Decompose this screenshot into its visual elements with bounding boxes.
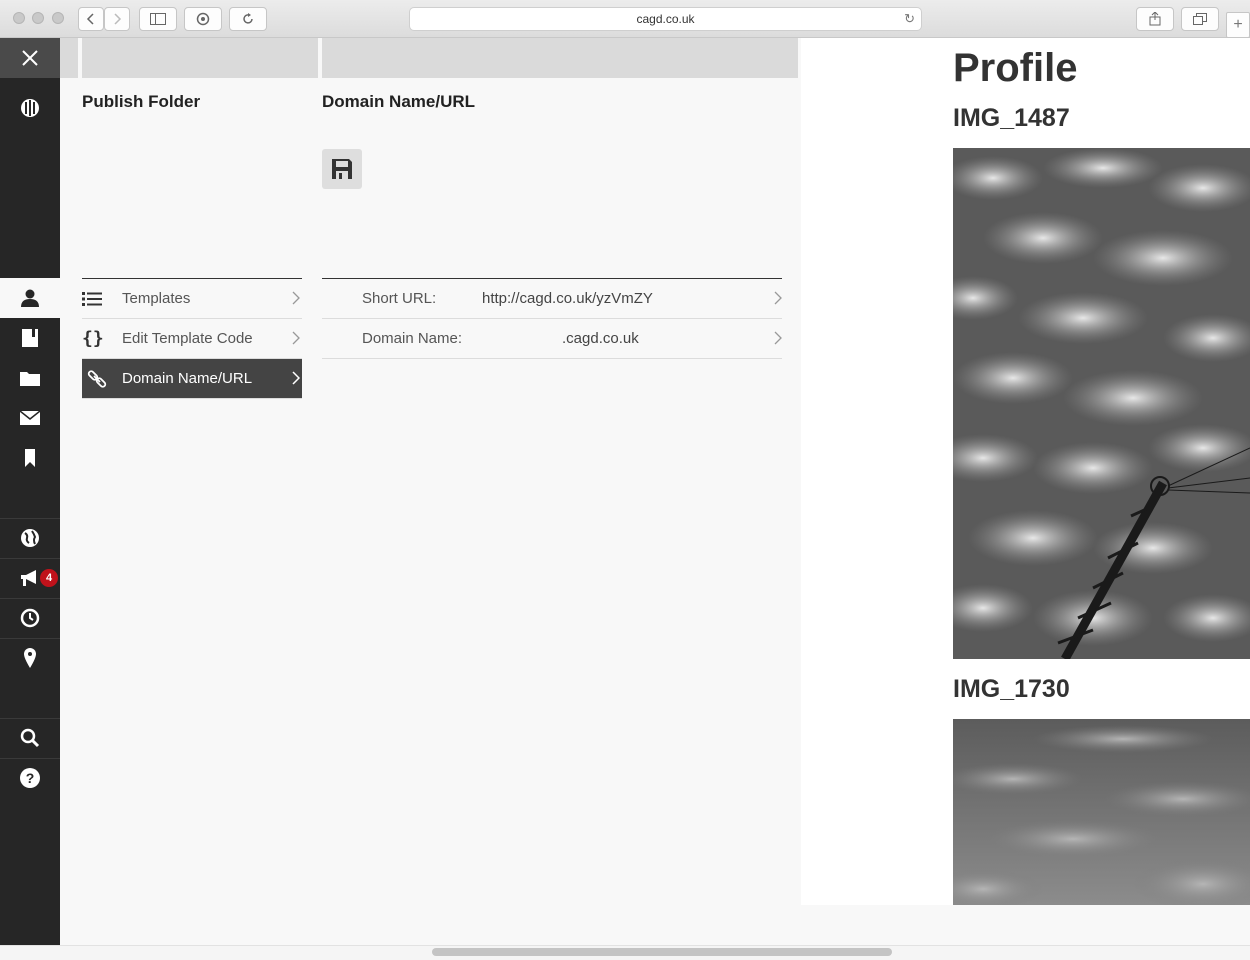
sidebar-item-bookmarks[interactable] (0, 438, 60, 478)
browser-toolbar: cagd.co.uk ↻ + (0, 0, 1250, 38)
menu-item-label: Edit Template Code (122, 330, 253, 347)
link-icon (87, 369, 107, 388)
sidebar-item-folders[interactable] (0, 358, 60, 398)
logo-icon (21, 99, 39, 117)
folder-icon (20, 372, 40, 386)
menu-item-templates[interactable]: Templates (82, 279, 302, 319)
address-bar[interactable]: cagd.co.uk ↻ (409, 7, 922, 31)
sidebar-item-search[interactable] (0, 718, 60, 758)
sidebar-toggle-button[interactable] (139, 7, 177, 31)
save-button[interactable] (322, 149, 362, 189)
braces-icon: {} (82, 328, 104, 349)
svg-text:?: ? (26, 770, 35, 786)
chevron-right-icon (774, 331, 782, 345)
minimize-window-button[interactable] (32, 12, 44, 24)
share-icon (1149, 12, 1161, 26)
domain-name-value: .cagd.co.uk (562, 330, 639, 347)
preview-image[interactable] (953, 148, 1250, 659)
short-url-row[interactable]: Short URL: http://cagd.co.uk/yzVmZY (322, 279, 782, 319)
menu-item-domain-name[interactable]: Domain Name/URL (82, 359, 302, 399)
chevron-right-icon (774, 291, 782, 305)
sidebar-item-books[interactable] (0, 318, 60, 358)
domain-name-row[interactable]: Domain Name: .cagd.co.uk (322, 319, 782, 359)
clock-icon (20, 608, 40, 628)
close-window-button[interactable] (13, 12, 25, 24)
refresh-icon (243, 13, 253, 24)
column-header-strip (60, 38, 78, 78)
short-url-label: Short URL: (362, 290, 437, 307)
url-text: cagd.co.uk (636, 12, 695, 26)
chevron-right-icon (114, 13, 122, 25)
back-button[interactable] (78, 7, 104, 31)
bookmark-icon (25, 449, 35, 467)
user-icon (21, 289, 39, 307)
sidebar-item-announcements[interactable]: 4 (0, 558, 60, 598)
sidebar-item-mail[interactable] (0, 398, 60, 438)
chevron-right-icon (292, 371, 300, 385)
chevron-left-icon (86, 13, 94, 25)
sidebar-close-button[interactable] (0, 38, 60, 78)
preview-image[interactable] (953, 719, 1250, 905)
preview-title: Profile (953, 46, 1078, 90)
refresh-button[interactable] (229, 7, 267, 31)
floppy-icon (332, 159, 352, 179)
publish-column-header (82, 38, 318, 78)
chevron-right-icon (292, 291, 300, 305)
list-icon (82, 291, 102, 306)
scrollbar-thumb[interactable] (432, 948, 892, 956)
megaphone-icon (21, 570, 36, 586)
sidebar-icon (150, 13, 166, 25)
chevron-right-icon (292, 331, 300, 345)
menu-item-label: Domain Name/URL (122, 370, 253, 387)
sidebar-item-history[interactable] (0, 598, 60, 638)
sky-photo (953, 719, 1250, 905)
image-caption: IMG_1487 (953, 104, 1070, 132)
new-tab-button[interactable]: + (1226, 12, 1250, 38)
share-button[interactable] (1136, 7, 1174, 31)
help-icon: ? (20, 768, 40, 788)
plus-icon: + (1233, 16, 1243, 33)
menu-item-label: Templates (122, 290, 191, 307)
tabs-button[interactable] (1181, 7, 1219, 31)
sidebar-item-profile[interactable] (0, 278, 60, 318)
domain-panel-title: Domain Name/URL (322, 92, 476, 111)
app-sidebar: 4 ? (0, 38, 60, 945)
sidebar-item-help[interactable]: ? (0, 758, 60, 798)
domain-fields: Short URL: http://cagd.co.uk/yzVmZY Doma… (322, 278, 782, 359)
publish-menu: Templates {} Edit Template Code Domain N… (82, 278, 302, 399)
sidebar-item-location[interactable] (0, 638, 60, 678)
notification-badge: 4 (40, 569, 58, 587)
image-caption: IMG_1730 (953, 675, 1070, 703)
publish-folder-title: Publish Folder (82, 92, 201, 111)
sky-photo (953, 148, 1250, 659)
reload-icon[interactable]: ↻ (904, 8, 915, 30)
domain-column-header (322, 38, 798, 78)
forward-button[interactable] (104, 7, 130, 31)
sidebar-item-logo[interactable] (0, 88, 60, 128)
sidebar-item-publish[interactable] (0, 518, 60, 558)
sync-icon (196, 12, 210, 26)
zoom-window-button[interactable] (52, 12, 64, 24)
mail-icon (20, 411, 40, 425)
domain-name-label: Domain Name: (362, 330, 463, 347)
menu-item-edit-template-code[interactable]: {} Edit Template Code (82, 319, 302, 359)
pin-icon (24, 648, 36, 668)
extension-button[interactable] (184, 7, 222, 31)
short-url-value: http://cagd.co.uk/yzVmZY (482, 290, 653, 307)
search-icon (20, 728, 40, 748)
close-icon (22, 50, 38, 66)
globe-icon (21, 529, 39, 547)
book-icon (22, 329, 38, 347)
site-preview: Profile IMG_1487 IMG_1730 (801, 38, 1250, 905)
tabs-icon (1193, 13, 1207, 25)
